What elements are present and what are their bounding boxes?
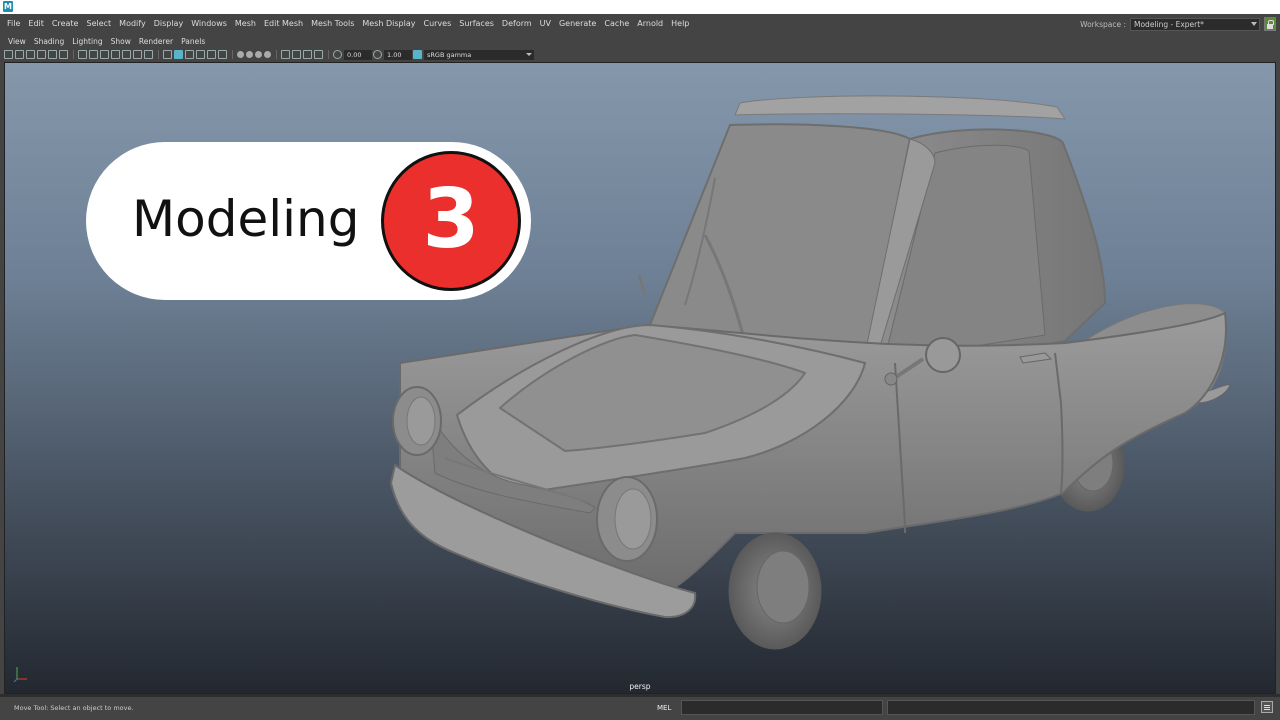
wireframe-on-shaded-icon[interactable]: [196, 50, 205, 59]
safe-action-icon[interactable]: [133, 50, 142, 59]
mel-label[interactable]: MEL: [657, 703, 671, 714]
workspace-value: Modeling - Expert*: [1134, 19, 1204, 29]
menu-deform[interactable]: Deform: [498, 14, 536, 34]
lock-icon[interactable]: [1264, 17, 1276, 31]
command-input[interactable]: [681, 700, 883, 715]
help-text: Move Tool: Select an object to move.: [14, 704, 134, 712]
use-all-lights-icon[interactable]: [218, 50, 227, 59]
exposure-field[interactable]: 0.00: [344, 49, 372, 60]
menu-mesh[interactable]: Mesh: [231, 14, 260, 34]
menu-mesh-display[interactable]: Mesh Display: [358, 14, 419, 34]
toolbar-separator: [232, 50, 233, 59]
grease-pencil-icon[interactable]: [59, 50, 68, 59]
menu-edit[interactable]: Edit: [24, 14, 48, 34]
toolbar-separator: [328, 50, 329, 59]
camera-label: persp: [629, 682, 651, 691]
chevron-down-icon: [1251, 21, 1257, 26]
title-bar: M: [0, 0, 1280, 14]
panel-menu-show[interactable]: Show: [107, 36, 135, 48]
2d-pan-zoom-icon[interactable]: [48, 50, 57, 59]
safe-title-icon[interactable]: [144, 50, 153, 59]
grid-icon[interactable]: [78, 50, 87, 59]
menu-edit-mesh[interactable]: Edit Mesh: [260, 14, 307, 34]
motion-blur-icon[interactable]: [255, 51, 262, 58]
field-chart-icon[interactable]: [122, 50, 131, 59]
panel-toolbar: 0.00 1.00 sRGB gamma: [0, 48, 1280, 61]
gate-mask-icon[interactable]: [111, 50, 120, 59]
bookmark-icon[interactable]: [26, 50, 35, 59]
image-plane-icon[interactable]: [37, 50, 46, 59]
command-result: [887, 700, 1255, 715]
menu-surfaces[interactable]: Surfaces: [455, 14, 498, 34]
menu-file[interactable]: File: [3, 14, 24, 34]
xray-components-icon[interactable]: [314, 50, 323, 59]
menu-generate[interactable]: Generate: [555, 14, 600, 34]
view-transform-value: sRGB gamma: [427, 50, 472, 59]
ambient-occlusion-icon[interactable]: [246, 51, 253, 58]
menu-help[interactable]: Help: [667, 14, 693, 34]
episode-number: 3: [422, 172, 480, 267]
axis-indicator-icon: [13, 667, 27, 683]
panel-menu-view[interactable]: View: [4, 36, 30, 48]
color-management-icon[interactable]: [413, 50, 422, 59]
workspace-dropdown[interactable]: Modeling - Expert*: [1130, 17, 1260, 31]
menu-mesh-tools[interactable]: Mesh Tools: [307, 14, 358, 34]
workspace-label: Workspace :: [1080, 19, 1126, 29]
menu-curves[interactable]: Curves: [419, 14, 455, 34]
view-transform-dropdown[interactable]: sRGB gamma: [424, 49, 534, 60]
menu-uv[interactable]: UV: [536, 14, 555, 34]
script-editor-icon[interactable]: [1261, 701, 1273, 713]
toolbar-separator: [276, 50, 277, 59]
anti-aliasing-icon[interactable]: [264, 51, 271, 58]
gamma-field[interactable]: 1.00: [384, 49, 412, 60]
overlay-title: Modeling: [132, 190, 360, 248]
help-line: Move Tool: Select an object to move. MEL: [0, 697, 1280, 720]
panel-menu-lighting[interactable]: Lighting: [68, 36, 106, 48]
panel-menu-bar: View Shading Lighting Show Renderer Panels: [0, 36, 1280, 48]
menu-arnold[interactable]: Arnold: [633, 14, 667, 34]
menu-modify[interactable]: Modify: [115, 14, 150, 34]
xray-joints-icon[interactable]: [303, 50, 312, 59]
menu-display[interactable]: Display: [150, 14, 188, 34]
menu-select[interactable]: Select: [82, 14, 115, 34]
textured-icon[interactable]: [207, 50, 216, 59]
camera-select-icon[interactable]: [4, 50, 13, 59]
film-gate-icon[interactable]: [89, 50, 98, 59]
toolbar-separator: [73, 50, 74, 59]
default-material-icon[interactable]: [185, 50, 194, 59]
smooth-shade-icon[interactable]: [174, 50, 183, 59]
xray-icon[interactable]: [292, 50, 301, 59]
camera-attributes-icon[interactable]: [15, 50, 24, 59]
chevron-down-icon: [526, 52, 532, 56]
workspace-selector: Workspace : Modeling - Expert*: [1080, 16, 1276, 32]
gamma-icon[interactable]: [373, 50, 382, 59]
wireframe-icon[interactable]: [163, 50, 172, 59]
exposure-icon[interactable]: [333, 50, 342, 59]
panel-menu-panels[interactable]: Panels: [177, 36, 209, 48]
menu-windows[interactable]: Windows: [187, 14, 231, 34]
isolate-select-icon[interactable]: [281, 50, 290, 59]
menu-create[interactable]: Create: [48, 14, 83, 34]
menu-cache[interactable]: Cache: [600, 14, 633, 34]
shadows-icon[interactable]: [237, 51, 244, 58]
resolution-gate-icon[interactable]: [100, 50, 109, 59]
maya-logo-icon: M: [3, 1, 13, 12]
panel-menu-shading[interactable]: Shading: [30, 36, 68, 48]
panel-menu-renderer[interactable]: Renderer: [135, 36, 177, 48]
toolbar-separator: [158, 50, 159, 59]
